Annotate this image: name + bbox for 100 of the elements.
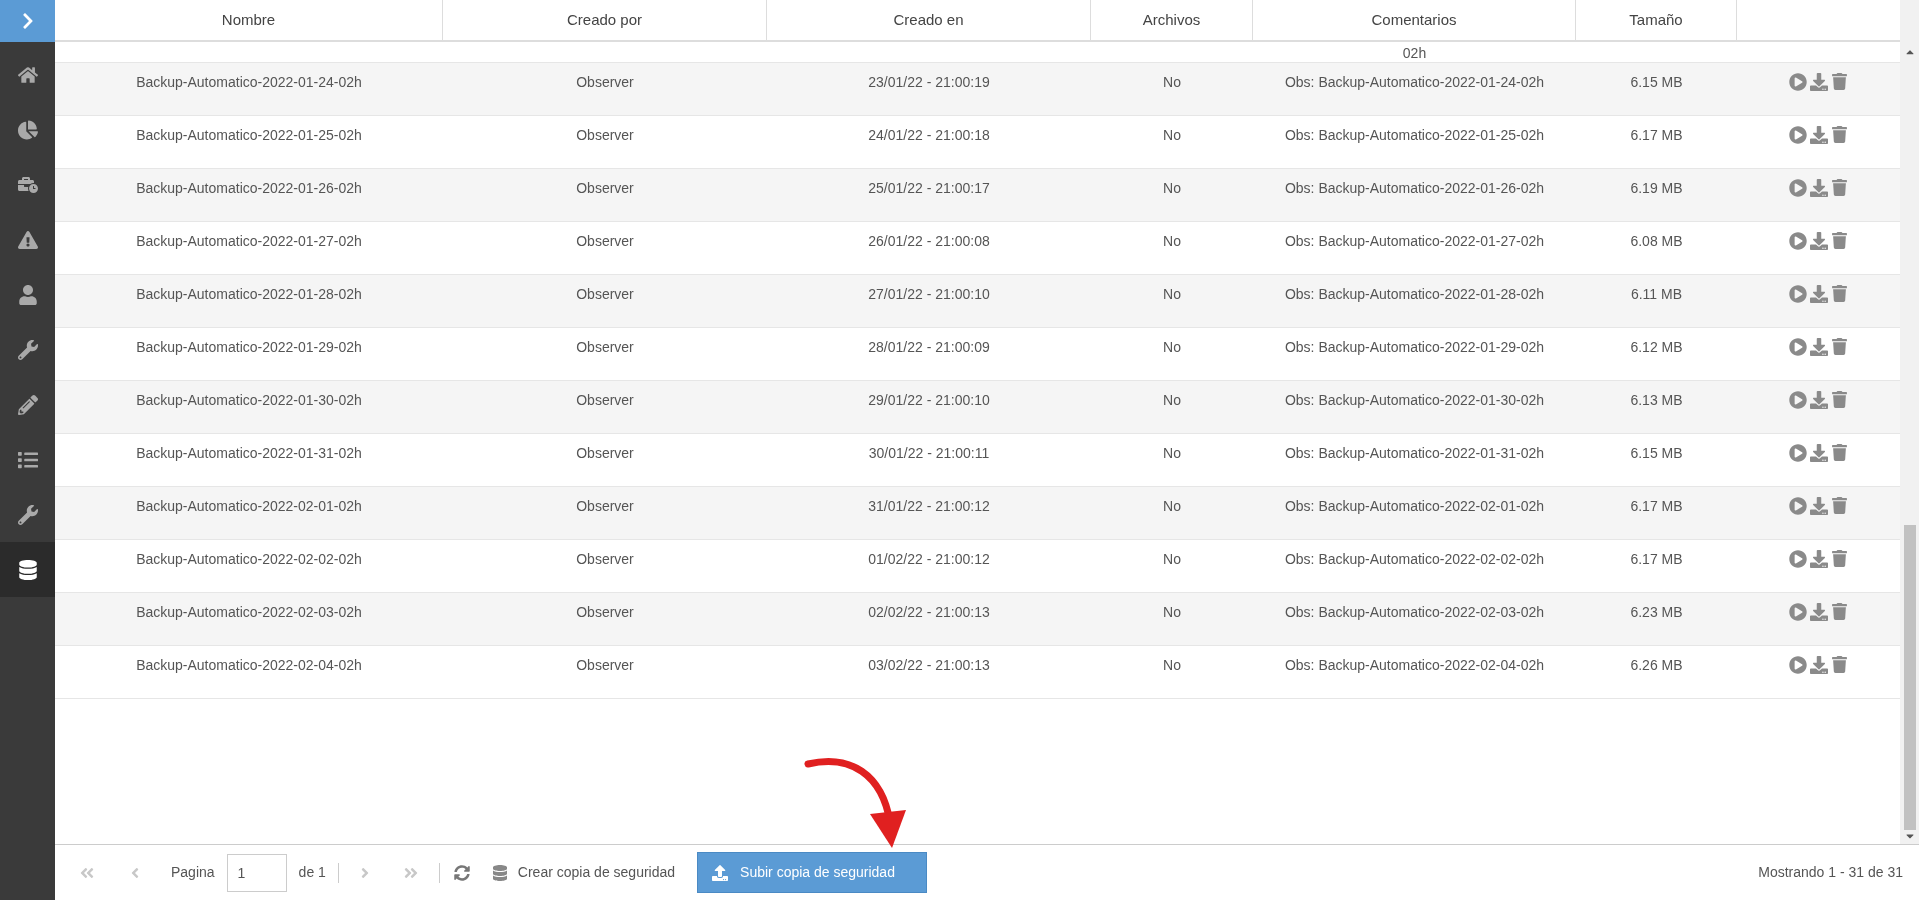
table-row[interactable]: Backup-Automatico-2022-01-30-02h Observer 29/01/22 - 21:00:10 No Obs: Backup-Automatico-2022-01-30-02h 6.13 MB <box>55 381 1900 434</box>
table-cell-text: Backup-Automatico-2022-01-31-02h <box>136 444 362 463</box>
download-icon[interactable] <box>1810 232 1828 250</box>
table-cell-text: 6.17 MB <box>1630 126 1683 145</box>
table-cell-text: Backup-Automatico-2022-01-24-02h <box>136 73 362 92</box>
trash-icon[interactable] <box>1831 497 1848 514</box>
play-icon[interactable] <box>1789 603 1807 621</box>
table-row[interactable]: Backup-Automatico-2022-02-03-02h Observer 02/02/22 - 21:00:13 No Obs: Backup-Automatico-2022-02-03-02h 6.23 MB <box>55 593 1900 646</box>
table-cell-text: Obs: Backup-Automatico-2022-02-03-02h <box>1283 603 1546 622</box>
table-cell-text: 30/01/22 - 21:00:11 <box>868 444 990 463</box>
column-header: Creado por <box>443 0 767 40</box>
table-row[interactable]: Backup-Automatico-2022-01-28-02h Observer 27/01/22 - 21:00:10 No Obs: Backup-Automatico-2022-01-28-02h 6.11 MB <box>55 275 1900 328</box>
pencil-icon <box>17 394 38 415</box>
download-icon[interactable] <box>1810 603 1828 621</box>
download-icon[interactable] <box>1810 73 1828 91</box>
table-cell-text: Obs: Backup-Automatico-2022-01-28-02h <box>1283 285 1546 304</box>
briefcase-clock-icon <box>17 174 38 195</box>
table-cell-text: 01/02/22 - 21:00:12 <box>868 550 990 569</box>
table-cell-text: Obs: Backup-Automatico-2022-01-30-02h <box>1283 391 1546 410</box>
table-cell-text: 6.15 MB <box>1630 73 1683 92</box>
table-cell-text: 31/01/22 - 21:00:12 <box>868 497 990 516</box>
download-icon[interactable] <box>1810 444 1828 462</box>
column-header: Comentarios <box>1253 0 1576 40</box>
table-cell-text: Backup-Automatico-2022-02-04-02h <box>136 656 362 675</box>
table-cell-text: Observer <box>576 285 634 304</box>
sidebar-item[interactable] <box>0 542 55 597</box>
trash-icon[interactable] <box>1831 656 1848 673</box>
page-count: de 1 <box>298 863 326 882</box>
table-cell-text: 6.26 MB <box>1630 656 1683 675</box>
column-header: Tamaño <box>1576 0 1737 40</box>
table-cell-text: Observer <box>576 444 634 463</box>
table-cell-text: Observer <box>576 338 634 357</box>
table-row[interactable]: Backup-Automatico-2022-01-26-02h Observer 25/01/22 - 21:00:17 No Obs: Backup-Automatico-2022-01-26-02h 6.19 MB <box>55 169 1900 222</box>
download-icon[interactable] <box>1810 497 1828 515</box>
table-row[interactable]: Backup-Automatico-2022-01-24-02h Observer 23/01/22 - 21:00:19 No Obs: Backup-Automatico-2022-01-24-02h 6.15 MB <box>55 63 1900 116</box>
table-cell-text: Obs: Backup-Automatico-2022-01-24-02h <box>1283 73 1546 92</box>
play-icon[interactable] <box>1789 126 1807 144</box>
warning-icon <box>17 229 38 250</box>
table-cell-text: Observer <box>576 179 634 198</box>
trash-icon[interactable] <box>1831 285 1848 302</box>
table-cell-text: Backup-Automatico-2022-01-30-02h <box>136 391 362 410</box>
table-cell-text: Observer <box>576 550 634 569</box>
play-icon[interactable] <box>1789 232 1807 250</box>
download-icon[interactable] <box>1810 126 1828 144</box>
download-icon[interactable] <box>1810 656 1828 674</box>
table-cell-text: 24/01/22 - 21:00:18 <box>868 126 990 145</box>
play-icon[interactable] <box>1789 656 1807 674</box>
table-cell-text: 6.19 MB <box>1630 179 1683 198</box>
database-icon <box>17 559 38 580</box>
sidebar-toggle[interactable] <box>0 0 55 42</box>
table-cell-text: Obs: Backup-Automatico-2022-01-31-02h <box>1283 444 1546 463</box>
trash-icon[interactable] <box>1831 603 1848 620</box>
table-cell-text: 6.23 MB <box>1630 603 1683 622</box>
play-icon[interactable] <box>1789 73 1807 91</box>
table-cell-text: 26/01/22 - 21:00:08 <box>868 232 990 251</box>
refresh-button[interactable] <box>453 864 470 881</box>
create-backup-button[interactable]: Crear copia de seguridad <box>491 862 676 883</box>
play-icon[interactable] <box>1789 550 1807 568</box>
download-icon[interactable] <box>1810 338 1828 356</box>
play-icon[interactable] <box>1789 391 1807 409</box>
page-input[interactable]: 1 <box>226 853 287 892</box>
trash-icon[interactable] <box>1831 444 1848 461</box>
table-cell-text: 6.15 MB <box>1630 444 1683 463</box>
play-icon[interactable] <box>1789 179 1807 197</box>
table-cell-text: Obs: Backup-Automatico-2022-02-04-02h <box>1283 656 1546 675</box>
table-cell-text: No <box>1163 444 1181 463</box>
table-cell-text: Obs: Backup-Automatico-2022-01-29-02h <box>1283 338 1546 357</box>
user-icon <box>17 284 38 305</box>
play-icon[interactable] <box>1789 285 1807 303</box>
table-cell-text: 25/01/22 - 21:00:17 <box>868 179 990 198</box>
table-cell: 02h <box>1402 44 1427 62</box>
table-cell-text: Backup-Automatico-2022-02-02-02h <box>136 550 362 569</box>
table-cell-text: Obs: Backup-Automatico-2022-01-27-02h <box>1283 232 1546 251</box>
play-icon[interactable] <box>1789 497 1807 515</box>
table-cell-text: Observer <box>576 232 634 251</box>
trash-icon[interactable] <box>1831 391 1848 408</box>
trash-icon[interactable] <box>1831 550 1848 567</box>
download-icon[interactable] <box>1810 391 1828 409</box>
table-cell-text: Observer <box>576 126 634 145</box>
table-cell-text: Observer <box>576 497 634 516</box>
table-cell-text: 6.13 MB <box>1630 391 1683 410</box>
trash-icon[interactable] <box>1831 179 1848 196</box>
download-icon[interactable] <box>1810 179 1828 197</box>
table-cell-text: No <box>1163 656 1181 675</box>
play-icon[interactable] <box>1789 444 1807 462</box>
trash-icon[interactable] <box>1831 126 1848 143</box>
scrollbar-thumb[interactable] <box>1903 525 1916 830</box>
trash-icon[interactable] <box>1831 73 1848 90</box>
table-cell-text: Obs: Backup-Automatico-2022-02-02-02h <box>1283 550 1546 569</box>
table-cell-text: 6.17 MB <box>1630 550 1683 569</box>
download-icon[interactable] <box>1810 285 1828 303</box>
table-cell-text: No <box>1163 497 1181 516</box>
scrollbar[interactable] <box>1900 0 1919 844</box>
trash-icon[interactable] <box>1831 232 1848 249</box>
download-icon[interactable] <box>1810 550 1828 568</box>
play-icon[interactable] <box>1789 338 1807 356</box>
table-cell-text: Observer <box>576 391 634 410</box>
table-cell-text: No <box>1163 73 1181 92</box>
table-row[interactable]: Backup-Automatico-2022-02-01-02h Observer 31/01/22 - 21:00:12 No Obs: Backup-Automatico-2022-02-01-02h 6.17 MB <box>55 487 1900 540</box>
trash-icon[interactable] <box>1831 338 1848 355</box>
